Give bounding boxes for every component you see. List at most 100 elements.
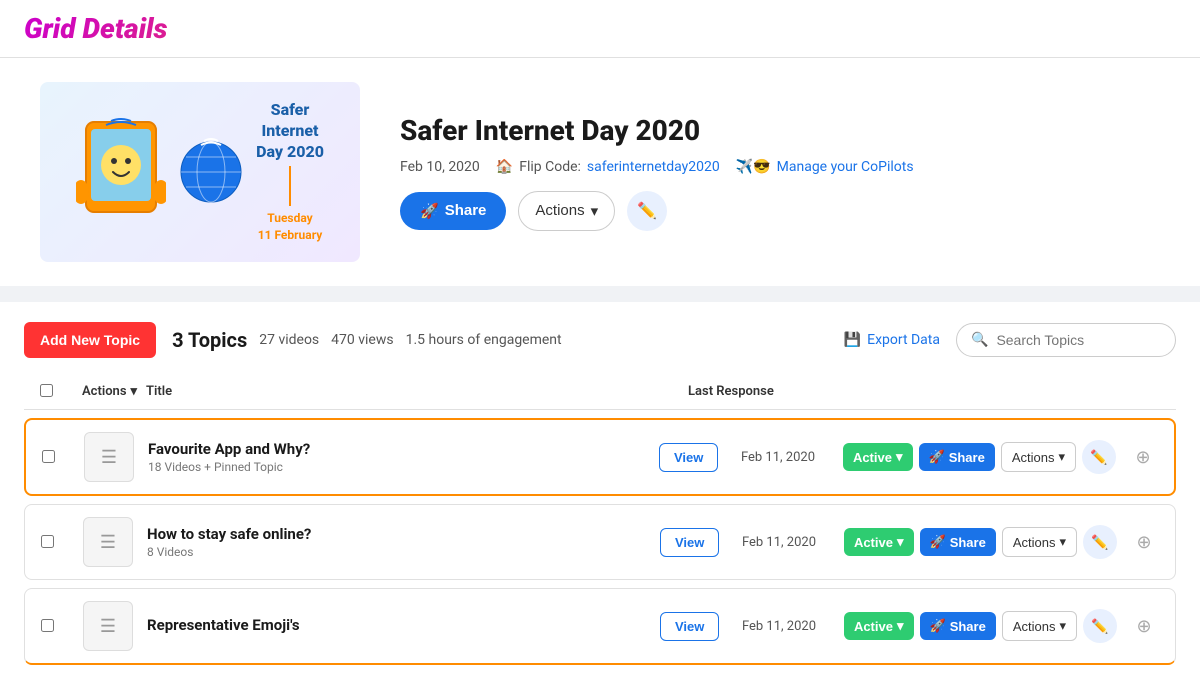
hero-info: Safer Internet Day 2020 Feb 10, 2020 🏠 F… [400, 114, 1160, 231]
share-row-button[interactable]: 🚀 Share [919, 443, 995, 471]
active-button[interactable]: Active ▾ [843, 443, 913, 471]
hero-actions: 🚀 Share Actions ▾ ✏️ [400, 191, 1160, 231]
search-input[interactable] [996, 332, 1161, 348]
th-checkbox [40, 382, 70, 401]
view-button[interactable]: View [660, 528, 719, 557]
active-chevron-icon: ▾ [896, 449, 903, 465]
copilot-emoji: ✈️😎 [736, 159, 771, 175]
pencil-icon: ✏️ [637, 201, 657, 221]
row-thumbnail: ☰ [83, 601, 135, 651]
share-row-button[interactable]: 🚀 Share [920, 612, 996, 640]
last-response-cell: Feb 11, 2020 [741, 450, 831, 465]
actions-row-button[interactable]: Actions ▾ [1001, 442, 1076, 472]
edit-row-button[interactable]: ✏️ [1083, 609, 1117, 643]
hero-date: Feb 10, 2020 [400, 159, 480, 175]
house-emoji: 🏠 [496, 159, 513, 175]
row-action-buttons: Active ▾ 🚀 Share Actions ▾ ✏️ [844, 609, 1117, 643]
select-all-checkbox[interactable] [40, 384, 53, 397]
th-title: Title [146, 384, 594, 399]
pencil-row-icon: ✏️ [1091, 534, 1108, 551]
topic-info: Representative Emoji's [147, 616, 648, 634]
actions-row-label: Actions [1013, 619, 1056, 634]
share-hero-button[interactable]: 🚀 Share [400, 192, 506, 230]
row-checkbox-cell [41, 533, 71, 552]
last-response-cell: Feb 11, 2020 [742, 619, 832, 634]
pencil-row-icon: ✏️ [1090, 449, 1107, 466]
share-rocket-icon: 🚀 [420, 202, 439, 220]
floppy-disk-icon: 💾 [844, 332, 861, 348]
edit-hero-button[interactable]: ✏️ [627, 191, 667, 231]
actions-row-label: Actions [1012, 450, 1055, 465]
chevron-down-icon: ▾ [591, 202, 599, 220]
pencil-row-icon: ✏️ [1091, 618, 1108, 635]
manage-copilots-link[interactable]: ✈️😎 Manage your CoPilots [736, 159, 914, 175]
share-rocket-row-icon: 🚀 [930, 534, 946, 550]
actions-chevron-icon: ▾ [131, 384, 138, 399]
flip-code-link[interactable]: saferinternetday2020 [587, 159, 720, 175]
row-checkbox[interactable] [41, 535, 54, 548]
row-checkbox[interactable] [41, 619, 54, 632]
actions-row-chevron-icon: ▾ [1059, 534, 1066, 550]
edit-row-button[interactable]: ✏️ [1083, 525, 1117, 559]
topic-info: How to stay safe online? 8 Videos [147, 525, 648, 559]
active-label: Active [853, 450, 892, 465]
table-header: Actions ▾ Title Last Response [24, 374, 1176, 410]
active-button[interactable]: Active ▾ [844, 612, 914, 640]
th-actions[interactable]: Actions ▾ [82, 384, 134, 399]
topic-thumb-icon: ☰ [84, 432, 134, 482]
drag-handle[interactable]: ⊕ [1129, 616, 1159, 637]
active-label: Active [854, 619, 893, 634]
hero-image-content: SaferInternetDay 2020 Tuesday11 February [76, 100, 324, 244]
flip-code: 🏠 Flip Code: saferinternetday2020 [496, 159, 720, 175]
drag-handle[interactable]: ⊕ [1128, 447, 1158, 468]
th-last-response: Last Response [688, 384, 778, 399]
actions-col-label: Actions [82, 384, 127, 399]
row-info: How to stay safe online? 8 Videos [147, 525, 648, 559]
view-button[interactable]: View [659, 443, 718, 472]
active-chevron-icon: ▾ [897, 534, 904, 550]
row-info: Favourite App and Why? 18 Videos + Pinne… [148, 440, 647, 474]
actions-row-chevron-icon: ▾ [1059, 618, 1066, 634]
actions-hero-button[interactable]: Actions ▾ [518, 191, 615, 231]
view-cell: View [659, 443, 729, 472]
drag-handle-cell: ⊕ [1128, 447, 1158, 468]
table-row: ☰ Favourite App and Why? 18 Videos + Pin… [24, 418, 1176, 496]
row-action-buttons: Active ▾ 🚀 Share Actions ▾ ✏️ [843, 440, 1116, 474]
manage-copilots-label: Manage your CoPilots [777, 159, 914, 175]
topics-toolbar: Add New Topic 3 Topics 27 videos 470 vie… [24, 322, 1176, 358]
hero-banner-text: SaferInternetDay 2020 Tuesday11 February [256, 100, 324, 244]
topic-thumb-icon: ☰ [83, 517, 133, 567]
active-button[interactable]: Active ▾ [844, 528, 914, 556]
top-header: Grid Details [0, 0, 1200, 58]
row-checkbox[interactable] [42, 450, 55, 463]
lines-icon: ☰ [100, 616, 116, 637]
search-icon: 🔍 [971, 332, 988, 348]
view-button[interactable]: View [660, 612, 719, 641]
view-cell: View [660, 612, 730, 641]
export-label: Export Data [867, 332, 940, 348]
hero-meta: Feb 10, 2020 🏠 Flip Code: saferinternetd… [400, 159, 1160, 175]
actions-row-button[interactable]: Actions ▾ [1002, 611, 1077, 641]
tablet-svg [76, 117, 166, 227]
page-title: Grid Details [24, 12, 1176, 45]
row-thumbnail: ☰ [84, 432, 136, 482]
drag-handle-cell: ⊕ [1129, 532, 1159, 553]
lines-icon: ☰ [100, 532, 116, 553]
drag-handle[interactable]: ⊕ [1129, 532, 1159, 553]
share-rocket-row-icon: 🚀 [929, 449, 945, 465]
share-rocket-row-icon: 🚀 [930, 618, 946, 634]
edit-row-button[interactable]: ✏️ [1082, 440, 1116, 474]
export-button[interactable]: 💾 Export Data [844, 332, 940, 348]
share-row-label: Share [950, 619, 986, 634]
actions-row-button[interactable]: Actions ▾ [1002, 527, 1077, 557]
views-stat: 470 views [331, 332, 393, 348]
flip-code-label: Flip Code: [519, 159, 581, 175]
actions-hero-label: Actions [535, 202, 584, 219]
share-row-label: Share [949, 450, 985, 465]
row-info: Representative Emoji's [147, 616, 648, 636]
topics-count: 3 Topics [172, 328, 247, 352]
table-row: ☰ Representative Emoji's View Feb 11, 20… [24, 588, 1176, 665]
share-row-button[interactable]: 🚀 Share [920, 528, 996, 556]
hero-banner-image: SaferInternetDay 2020 Tuesday11 February [40, 82, 360, 262]
add-topic-button[interactable]: Add New Topic [24, 322, 156, 358]
